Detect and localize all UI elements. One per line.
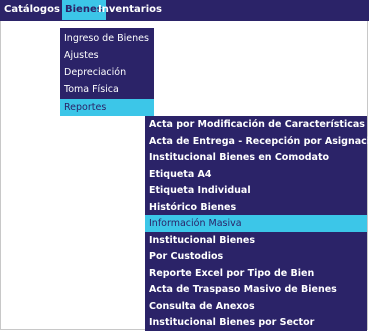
menu-item-reportes[interactable]: Reportes	[60, 99, 154, 116]
report-consulta-anexos[interactable]: Consulta de Anexos	[145, 298, 367, 315]
reportes-submenu: Acta por Modificación de Características…	[145, 116, 369, 331]
report-acta-traspaso-masivo[interactable]: Acta de Traspaso Masivo de Bienes	[145, 281, 367, 298]
bienes-dropdown: Ingreso de Bienes Ajustes Depreciación T…	[60, 28, 154, 116]
report-acta-modificacion[interactable]: Acta por Modificación de Características	[145, 116, 367, 133]
menu-item-ingreso-de-bienes[interactable]: Ingreso de Bienes	[60, 30, 154, 47]
menu-bar: Catálogos Bienes Inventarios	[0, 0, 369, 21]
menu-item-toma-fisica[interactable]: Toma Física	[60, 81, 154, 98]
report-etiqueta-a4[interactable]: Etiqueta A4	[145, 166, 367, 183]
report-institucional-bienes[interactable]: Institucional Bienes	[145, 232, 367, 249]
menu-item-depreciacion[interactable]: Depreciación	[60, 64, 154, 81]
report-etiqueta-individual[interactable]: Etiqueta Individual	[145, 182, 367, 199]
menu-catalogos[interactable]: Catálogos	[4, 0, 60, 20]
report-institucional-sector[interactable]: Institucional Bienes por Sector	[145, 314, 367, 331]
menu-inventarios[interactable]: Inventarios	[98, 0, 162, 20]
report-historico-bienes[interactable]: Histórico Bienes	[145, 199, 367, 216]
report-institucional-comodato[interactable]: Institucional Bienes en Comodato	[145, 149, 367, 166]
report-por-custodios[interactable]: Por Custodios	[145, 248, 367, 265]
report-informacion-masiva[interactable]: Información Masiva	[145, 215, 367, 232]
report-acta-entrega[interactable]: Acta de Entrega - Recepción por Asignaci…	[145, 133, 369, 150]
menu-item-ajustes[interactable]: Ajustes	[60, 47, 154, 64]
report-excel-tipo-bien[interactable]: Reporte Excel por Tipo de Bien	[145, 265, 367, 282]
